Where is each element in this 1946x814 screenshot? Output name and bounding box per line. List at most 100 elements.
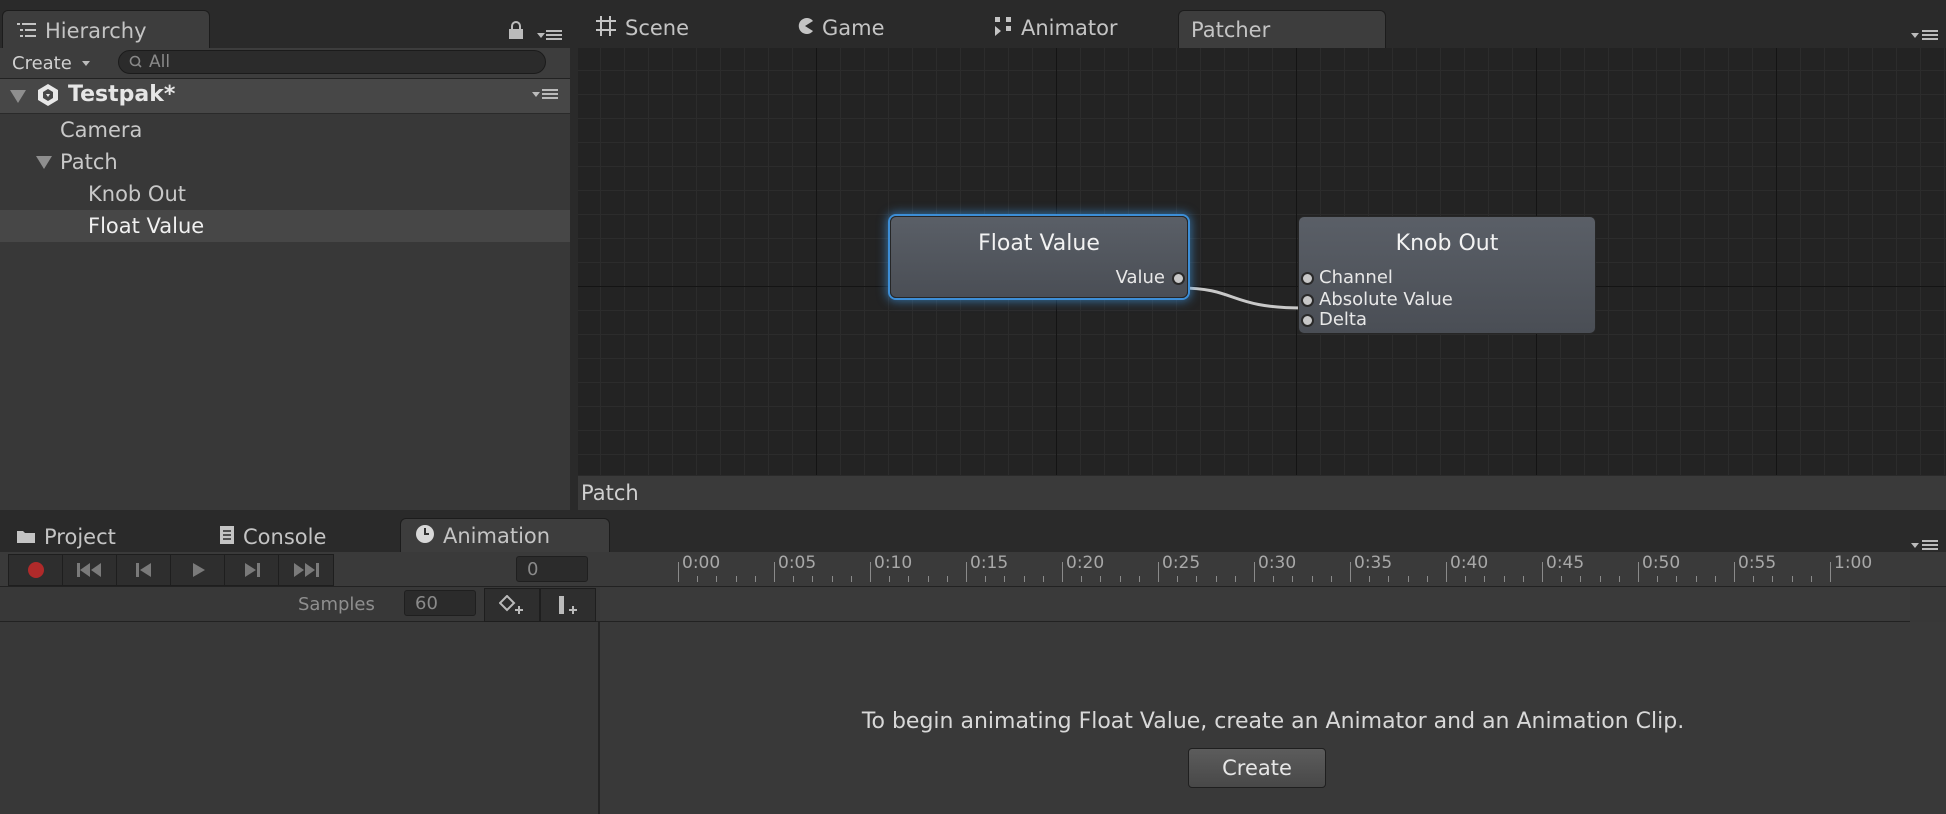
add-keyframe-button[interactable] [484, 588, 540, 622]
timeline-minor-tick [1330, 576, 1332, 582]
expand-triangle-icon[interactable] [36, 156, 52, 169]
animation-menu-icon[interactable] [1922, 540, 1938, 550]
tab-console[interactable]: Console [219, 517, 326, 557]
scene-menu-icon[interactable] [1922, 30, 1938, 40]
timeline-minor-tick [946, 576, 948, 582]
hierarchy-item-camera[interactable]: Camera [0, 114, 570, 146]
hierarchy-item-label: Camera [60, 118, 143, 142]
last-frame-button[interactable] [278, 554, 334, 586]
tab-console-label: Console [243, 525, 327, 549]
add-event-button[interactable] [540, 588, 596, 622]
next-frame-button[interactable] [224, 554, 280, 586]
tab-hierarchy[interactable]: Hierarchy [2, 10, 210, 51]
event-lane[interactable] [600, 587, 1910, 622]
timeline-minor-tick [889, 576, 891, 582]
search-icon [129, 50, 145, 74]
timeline-tick-label: 0:30 [1258, 553, 1297, 573]
timeline-minor-tick [1599, 576, 1601, 582]
timeline-minor-tick [1561, 576, 1563, 582]
folder-icon [16, 525, 36, 549]
scene-menu-dropdown-icon[interactable] [1911, 33, 1919, 38]
port-label: Delta [1319, 309, 1368, 330]
pacman-icon [796, 16, 814, 40]
timeline-tick-label: 0:20 [1066, 553, 1105, 573]
timeline-minor-tick [716, 576, 718, 582]
animation-menu-dropdown-icon[interactable] [1911, 543, 1919, 548]
timeline-minor-tick [754, 576, 756, 582]
samples-label: Samples [298, 594, 375, 615]
animator-icon [995, 16, 1013, 41]
timeline-minor-tick [1042, 576, 1044, 582]
input-port[interactable] [1301, 294, 1314, 307]
previous-frame-button[interactable] [116, 554, 172, 586]
samples-field[interactable]: 60 [404, 590, 476, 616]
timeline-minor-tick [1081, 576, 1083, 582]
record-button[interactable] [8, 554, 64, 586]
clock-icon [415, 524, 435, 549]
output-port[interactable] [1172, 272, 1185, 285]
timeline-minor-tick [1215, 576, 1217, 582]
connection-wire [1179, 286, 1305, 310]
input-port[interactable] [1301, 272, 1314, 285]
port-label: Absolute Value [1319, 289, 1453, 310]
node-knob-out[interactable]: Knob Out Channel Absolute Value Delta [1298, 216, 1596, 334]
tab-scene[interactable]: Scene [595, 8, 689, 48]
node-float-value[interactable]: Float Value Value [890, 216, 1188, 298]
timeline-minor-tick [735, 576, 737, 582]
tab-patcher[interactable]: Patcher [1178, 10, 1386, 49]
hierarchy-menu-dropdown-icon[interactable] [537, 33, 545, 38]
timeline-minor-tick [1714, 576, 1716, 582]
hierarchy-item-knob-out[interactable]: Knob Out [0, 178, 570, 210]
add-keyframe-icon [499, 595, 523, 614]
hierarchy-item-label: Knob Out [88, 182, 187, 206]
timeline-minor-tick [812, 576, 814, 582]
timeline-minor-tick [1234, 576, 1236, 582]
first-frame-button[interactable] [62, 554, 118, 586]
animation-message: To begin animating Float Value, create a… [861, 709, 1685, 734]
unity-logo-icon [36, 83, 60, 112]
timeline-minor-tick [1023, 576, 1025, 582]
hierarchy-item-label: Patch [60, 150, 118, 174]
hierarchy-item-patch[interactable]: Patch [0, 146, 570, 178]
frame-field[interactable]: 0 [516, 556, 588, 582]
expand-triangle-icon[interactable] [10, 90, 26, 103]
timeline-minor-tick [1465, 576, 1467, 582]
lock-icon[interactable] [508, 20, 524, 44]
hierarchy-menu-icon[interactable] [546, 30, 562, 40]
timeline-minor-tick [1426, 576, 1428, 582]
timeline-major-tick [966, 562, 967, 582]
step-forward-icon [245, 563, 260, 577]
create-dropdown[interactable]: Create [12, 48, 90, 78]
timeline-major-tick [1062, 562, 1063, 582]
input-port[interactable] [1301, 314, 1314, 327]
create-dropdown-label: Create [12, 52, 72, 74]
timeline-minor-tick [1196, 576, 1198, 582]
tab-game[interactable]: Game [796, 8, 885, 48]
timeline-minor-tick [1772, 576, 1774, 582]
patcher-graph[interactable]: Float Value Value Knob Out Channel Absol… [578, 48, 1946, 475]
play-button[interactable] [170, 554, 226, 586]
timeline-minor-tick [1695, 576, 1697, 582]
tab-project[interactable]: Project [16, 517, 116, 557]
timeline-minor-tick [1676, 576, 1678, 582]
timeline-minor-tick [1810, 576, 1812, 582]
timeline-minor-tick [1484, 576, 1486, 582]
timeline-minor-tick [793, 576, 795, 582]
timeline-minor-tick [1580, 576, 1582, 582]
hierarchy-item-float-value[interactable]: Float Value [0, 210, 570, 242]
tab-scene-label: Scene [625, 16, 690, 40]
record-icon [28, 562, 44, 578]
hierarchy-search-field[interactable]: All [118, 50, 546, 74]
timeline-tick-label: 0:40 [1450, 553, 1489, 573]
tab-animation[interactable]: Animation [400, 518, 610, 553]
timeline-major-tick [1830, 562, 1831, 582]
timeline-minor-tick [1657, 576, 1659, 582]
create-animation-button[interactable]: Create [1188, 748, 1326, 788]
breadcrumb[interactable]: Patch [581, 481, 639, 505]
scene-row-dropdown-icon[interactable] [532, 92, 540, 97]
timeline-tick-label: 1:00 [1834, 553, 1873, 573]
tab-hierarchy-label: Hierarchy [45, 19, 147, 43]
scene-row-menu-icon[interactable] [542, 89, 558, 99]
panel-splitter[interactable] [570, 48, 578, 510]
tab-animator[interactable]: Animator [995, 8, 1118, 48]
